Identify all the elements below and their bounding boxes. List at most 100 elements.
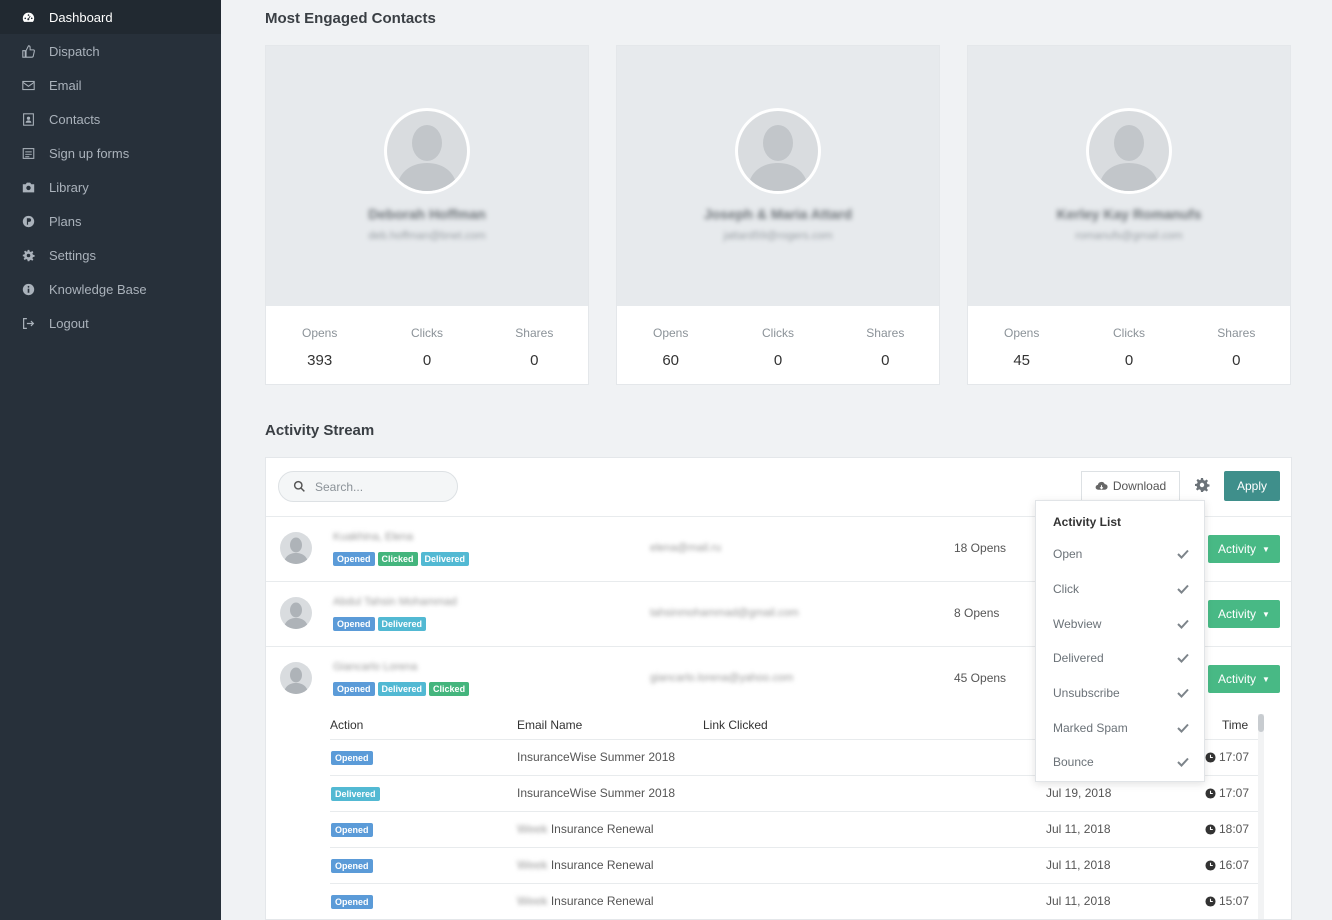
sidebar-item-settings[interactable]: Settings: [0, 238, 221, 272]
dropdown-title: Activity List: [1053, 515, 1122, 529]
email-name: InsuranceWise Summer 2018: [517, 786, 676, 800]
plans-icon: [22, 215, 35, 228]
sidebar-item-label: Plans: [49, 213, 82, 229]
contact-name: Joseph & Maria Attard: [703, 206, 853, 222]
opens-label: Opens: [301, 326, 338, 340]
sidebar-item-label: Dispatch: [49, 43, 100, 59]
contact-name: Deborah Hoffman: [368, 206, 486, 222]
shares-value: 0: [530, 352, 539, 369]
sidebar-item-plans[interactable]: Plans: [0, 204, 221, 238]
shares-value: 0: [881, 352, 890, 369]
card-header: Kerley Kay Romanufs romanufs@gmail.com: [968, 46, 1290, 306]
sidebar-item-knowledge-base[interactable]: Knowledge Base: [0, 272, 221, 306]
email-name: InsuranceWise Summer 2018: [517, 750, 676, 764]
email-name-prefix: Week: [517, 894, 548, 908]
dropdown-item-webview[interactable]: Webview: [1036, 607, 1204, 641]
form-icon: [22, 147, 35, 160]
scrollbar-thumb[interactable]: [1258, 714, 1264, 732]
sidebar-item-signup-forms[interactable]: Sign up forms: [0, 136, 221, 170]
user-silhouette-icon: [1099, 125, 1159, 191]
apply-button[interactable]: Apply: [1224, 471, 1280, 501]
dropdown-item-open[interactable]: Open: [1036, 537, 1204, 571]
time: 16:07: [1219, 858, 1250, 872]
contact-card[interactable]: Kerley Kay Romanufs romanufs@gmail.com O…: [967, 45, 1291, 385]
caret-down-icon: ▼: [1262, 544, 1270, 554]
avatar: [280, 597, 312, 629]
status-badge: Clicked: [429, 682, 470, 696]
avatar: [1086, 108, 1172, 194]
detail-row: Opened Week Insurance Renewal Jul 11, 20…: [330, 884, 1259, 920]
search-input[interactable]: [315, 479, 445, 494]
user-silhouette-icon: [284, 667, 308, 694]
sidebar-item-library[interactable]: Library: [0, 170, 221, 204]
settings-gear-icon[interactable]: [1194, 477, 1210, 493]
status-badge: Delivered: [377, 617, 427, 631]
time: 15:07: [1219, 894, 1250, 908]
scrollbar[interactable]: [1258, 714, 1264, 919]
opens-count: 45 Opens: [954, 671, 1007, 685]
activity-button-label: Activity: [1218, 607, 1257, 621]
contact-name: Abdul Tahsin Mohammad: [333, 596, 457, 608]
dropdown-item-bounce[interactable]: Bounce: [1036, 745, 1204, 779]
sidebar-item-email[interactable]: Email: [0, 68, 221, 102]
main-content: Most Engaged Contacts Deborah Hoffman de…: [221, 0, 1332, 920]
user-silhouette-icon: [284, 537, 308, 564]
clicks-value: 0: [422, 352, 432, 369]
status-badge: Opened: [331, 823, 373, 837]
contact-name: Kuakhina, Elena: [333, 531, 414, 543]
sidebar-item-label: Email: [49, 77, 82, 93]
user-silhouette-icon: [284, 602, 308, 629]
status-badge: Opened: [331, 895, 373, 909]
sidebar-item-label: Sign up forms: [49, 145, 130, 161]
dropdown-item-unsubscribe[interactable]: Unsubscribe: [1036, 676, 1204, 710]
email-name: Insurance Renewal: [550, 858, 654, 872]
dropdown-item-label: Webview: [1053, 617, 1102, 631]
sidebar-item-dashboard[interactable]: Dashboard: [0, 0, 221, 34]
sidebar-item-logout[interactable]: Logout: [0, 306, 221, 340]
dropdown-item-click[interactable]: Click: [1036, 572, 1204, 606]
status-badge: Opened: [333, 682, 375, 696]
search-icon: [293, 480, 305, 492]
search-box[interactable]: [278, 471, 458, 502]
sidebar-item-label: Knowledge Base: [49, 281, 147, 297]
dropdown-item-marked-spam[interactable]: Marked Spam: [1036, 711, 1204, 745]
clicks-label: Clicks: [761, 326, 794, 340]
section-title-activity: Activity Stream: [265, 422, 375, 439]
sidebar-item-dispatch[interactable]: Dispatch: [0, 34, 221, 68]
section-title-engaged: Most Engaged Contacts: [265, 10, 436, 27]
checkmark-icon: [1177, 757, 1189, 767]
sidebar-item-label: Logout: [49, 315, 89, 331]
dropdown-item-delivered[interactable]: Delivered: [1036, 641, 1204, 675]
contact-card[interactable]: Joseph & Maria Attard jattard59@rogers.c…: [616, 45, 940, 385]
contact-email: elena@mail.ru: [650, 542, 722, 554]
opens-count: 18 Opens: [954, 541, 1007, 555]
caret-down-icon: ▼: [1262, 674, 1270, 684]
dropdown-item-label: Unsubscribe: [1053, 686, 1120, 700]
shares-label: Shares: [515, 326, 554, 340]
shares-label: Shares: [866, 326, 905, 340]
clock-icon: [1205, 859, 1216, 871]
activity-button[interactable]: Activity ▼: [1208, 665, 1280, 693]
avatar: [280, 532, 312, 564]
opens-value: 60: [662, 352, 679, 369]
checkmark-icon: [1177, 723, 1189, 733]
clock-icon: [1205, 787, 1216, 799]
contact-card[interactable]: Deborah Hoffman deb.hoffman@bnet.com Ope…: [265, 45, 589, 385]
shares-label: Shares: [1217, 326, 1256, 340]
contact-email: giancarlo.lorena@yahoo.com: [650, 672, 794, 684]
download-button[interactable]: Download: [1081, 471, 1180, 501]
checkmark-icon: [1177, 653, 1189, 663]
activity-button[interactable]: Activity ▼: [1208, 600, 1280, 628]
clicks-label: Clicks: [1112, 326, 1145, 340]
sidebar-item-contacts[interactable]: Contacts: [0, 102, 221, 136]
contact-email: tahsinmohammad@gmail.com: [650, 607, 799, 619]
contact-name: Kerley Kay Romanufs: [1056, 206, 1202, 222]
column-header-email-name: Email Name: [517, 718, 583, 732]
contact-email: romanufs@gmail.com: [1075, 230, 1183, 242]
date: Jul 11, 2018: [1046, 894, 1111, 908]
activity-button[interactable]: Activity ▼: [1208, 535, 1280, 563]
email-name: Insurance Renewal: [550, 822, 654, 836]
sidebar-item-label: Library: [49, 179, 89, 195]
contact-name: Giancarlo Lorena: [333, 661, 418, 673]
status-badge: Delivered: [331, 787, 380, 801]
